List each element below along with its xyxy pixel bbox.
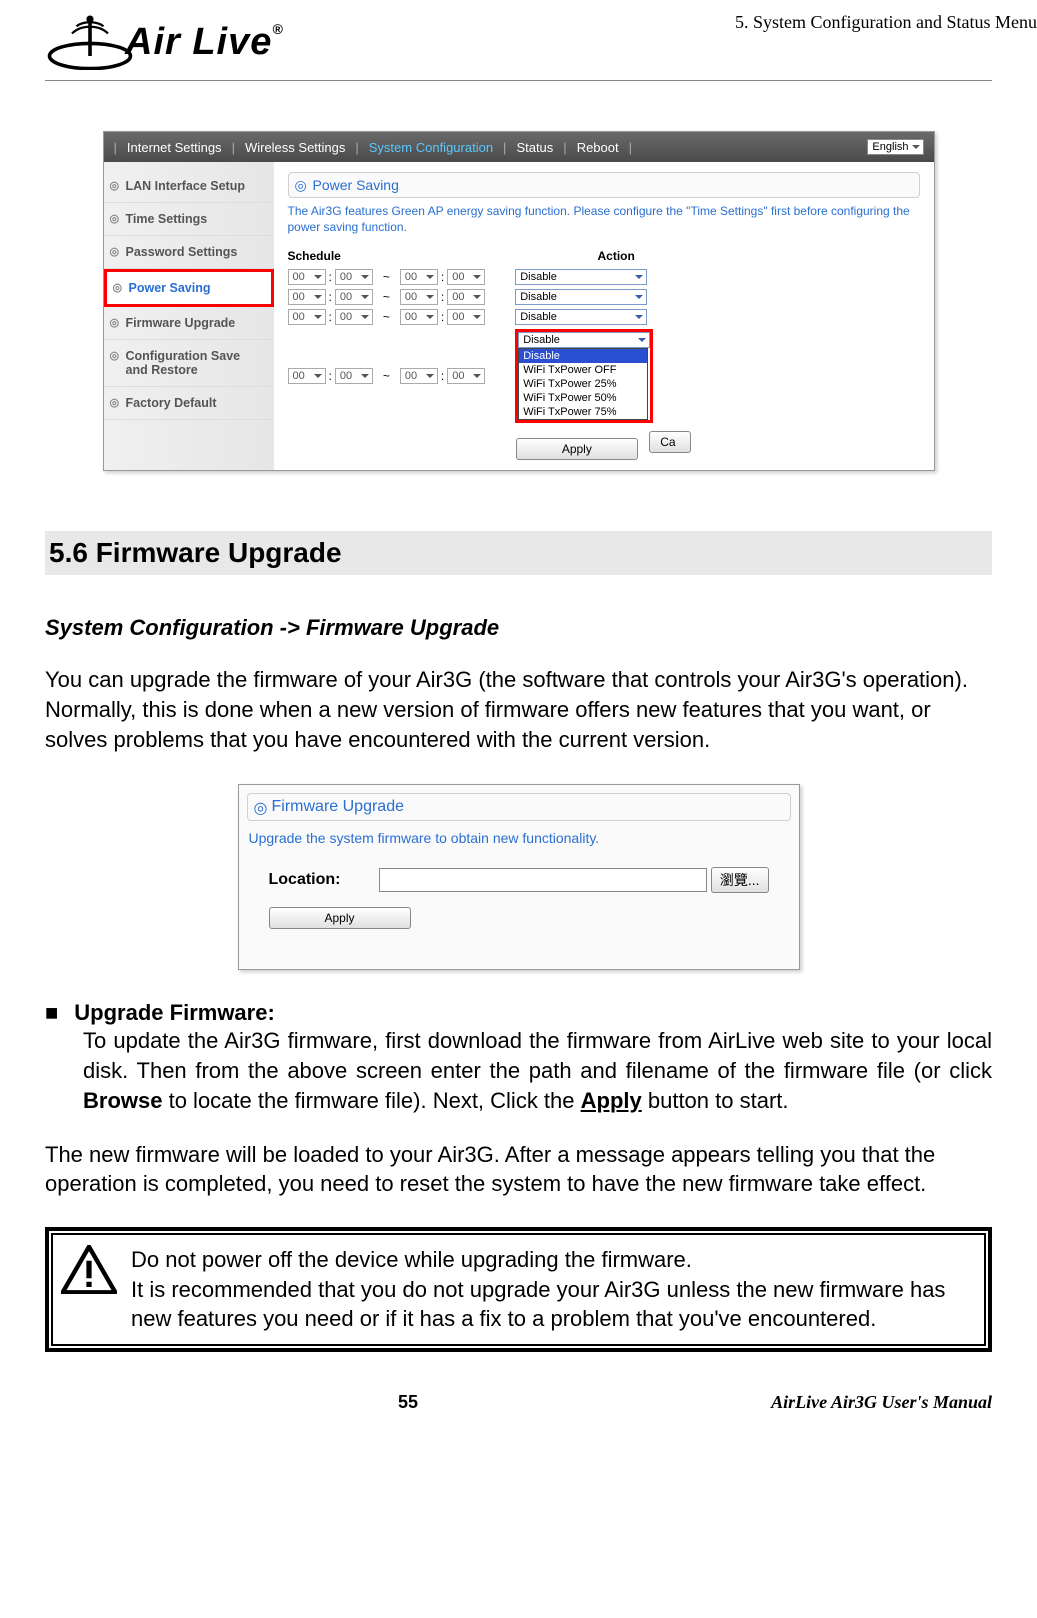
warning-box: Do not power off the device while upgrad… [45, 1227, 992, 1352]
apply-button[interactable]: Apply [516, 438, 638, 460]
footer: 55 AirLive Air3G User's Manual [45, 1392, 992, 1413]
hour-select[interactable]: 00 [400, 289, 438, 305]
sidenav-time[interactable]: Time Settings [104, 203, 274, 236]
min-select[interactable]: 00 [447, 309, 485, 325]
power-saving-screenshot: | Internet Settings | Wireless Settings … [103, 131, 935, 471]
fw-intro: Upgrade the system firmware to obtain ne… [249, 829, 789, 847]
airlive-swoop-icon [45, 15, 135, 70]
location-label: Location: [269, 871, 379, 889]
hour-select[interactable]: 00 [288, 368, 326, 384]
nav-internet[interactable]: Internet Settings [117, 140, 232, 155]
nav-wireless[interactable]: Wireless Settings [235, 140, 355, 155]
col-action: Action [598, 249, 635, 263]
manual-name: AirLive Air3G User's Manual [771, 1392, 992, 1413]
action-select[interactable]: Disable [515, 269, 647, 285]
sidenav-factory[interactable]: Factory Default [104, 387, 274, 420]
warning-icon [61, 1245, 117, 1294]
min-select[interactable]: 00 [447, 368, 485, 384]
paragraph-2: The new firmware will be loaded to your … [45, 1140, 992, 1199]
side-nav: LAN Interface Setup Time Settings Passwo… [104, 162, 274, 470]
min-select[interactable]: 00 [335, 289, 373, 305]
intro-paragraph: You can upgrade the firmware of your Air… [45, 665, 992, 754]
min-select[interactable]: 00 [335, 269, 373, 285]
logo-text: Air Live® [125, 21, 284, 64]
bullet-heading: Upgrade Firmware: [45, 1000, 992, 1026]
hour-select[interactable]: 00 [400, 368, 438, 384]
action-select-open[interactable]: Disable [518, 332, 650, 348]
page-number: 55 [398, 1392, 418, 1413]
schedule-row-1: 00:00 ~ 00:00 Disable [288, 269, 920, 285]
dropdown-option[interactable]: WiFi TxPower 25% [519, 377, 647, 391]
dropdown-option[interactable]: Disable [519, 349, 647, 363]
nav-status[interactable]: Status [506, 140, 563, 155]
hour-select[interactable]: 00 [400, 309, 438, 325]
nav-reboot[interactable]: Reboot [567, 140, 629, 155]
panel-intro: The Air3G features Green AP energy savin… [288, 204, 920, 235]
action-select[interactable]: Disable [515, 289, 647, 305]
sidenav-config[interactable]: Configuration Save and Restore [104, 340, 274, 387]
sidenav-password[interactable]: Password Settings [104, 236, 274, 269]
nav-system[interactable]: System Configuration [359, 140, 503, 155]
fw-panel-title: Firmware Upgrade [247, 793, 791, 821]
dropdown-option[interactable]: WiFi TxPower OFF [519, 363, 647, 377]
firmware-upgrade-screenshot: Firmware Upgrade Upgrade the system firm… [238, 784, 800, 970]
schedule-row-3: 00:00 ~ 00:00 Disable [288, 309, 920, 325]
language-select[interactable]: English [867, 139, 923, 155]
action-select[interactable]: Disable [515, 309, 647, 325]
sidenav-lan[interactable]: LAN Interface Setup [104, 170, 274, 203]
schedule-row-2: 00:00 ~ 00:00 Disable [288, 289, 920, 305]
divider [45, 80, 992, 81]
warning-text: Do not power off the device while upgrad… [131, 1245, 976, 1334]
bullet-body: To update the Air3G firmware, first down… [83, 1026, 992, 1115]
sidenav-firmware[interactable]: Firmware Upgrade [104, 307, 274, 340]
sidenav-power-saving[interactable]: Power Saving [104, 269, 274, 307]
hour-select[interactable]: 00 [288, 289, 326, 305]
hour-select[interactable]: 00 [288, 269, 326, 285]
hour-select[interactable]: 00 [400, 269, 438, 285]
action-dropdown-highlighted: Disable Disable WiFi TxPower OFF WiFi Tx… [515, 329, 653, 423]
hour-select[interactable]: 00 [288, 309, 326, 325]
panel-title: Power Saving [288, 172, 920, 198]
col-schedule: Schedule [288, 249, 598, 263]
dropdown-list: Disable WiFi TxPower OFF WiFi TxPower 25… [518, 348, 648, 420]
breadcrumb: System Configuration -> Firmware Upgrade [45, 615, 992, 641]
cancel-button-partial[interactable]: Ca [649, 431, 691, 453]
top-nav: | Internet Settings | Wireless Settings … [104, 132, 934, 162]
min-select[interactable]: 00 [335, 309, 373, 325]
dropdown-option[interactable]: WiFi TxPower 75% [519, 405, 647, 419]
min-select[interactable]: 00 [447, 289, 485, 305]
dropdown-option[interactable]: WiFi TxPower 50% [519, 391, 647, 405]
schedule-row-4: 00:00 ~ 00:00 Disable Disable WiFi TxPow… [288, 329, 920, 423]
chapter-header: 5. System Configuration and Status Menu [735, 12, 1037, 33]
location-input[interactable] [379, 868, 707, 892]
apply-button[interactable]: Apply [269, 907, 411, 929]
min-select[interactable]: 00 [335, 368, 373, 384]
min-select[interactable]: 00 [447, 269, 485, 285]
section-heading: 5.6 Firmware Upgrade [45, 531, 992, 575]
registered-icon: ® [272, 21, 283, 37]
browse-button[interactable]: 瀏覽... [711, 867, 769, 893]
